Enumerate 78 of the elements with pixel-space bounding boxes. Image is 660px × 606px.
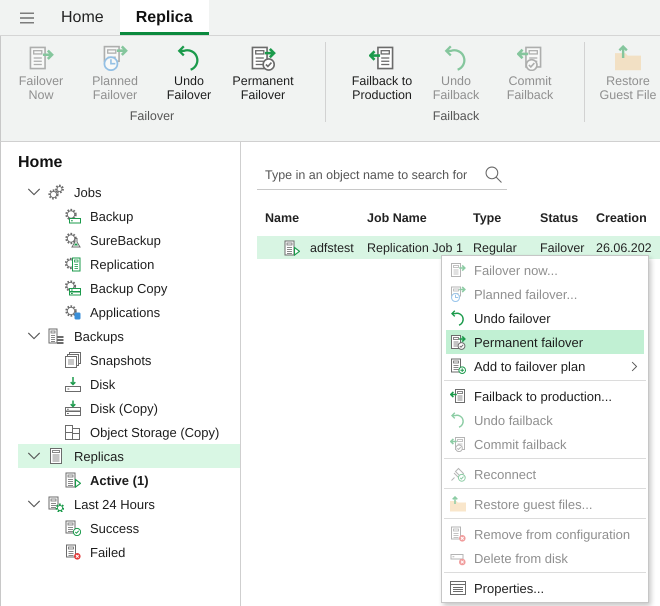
table-cell: Failover — [540, 240, 584, 254]
document-icon — [48, 448, 64, 464]
table-cell: 26.06.202 — [596, 240, 652, 254]
gear-database-icon — [65, 304, 81, 320]
document-arrow-check-icon — [250, 45, 276, 71]
tab[interactable]: Home — [45, 0, 120, 35]
document-clock-icon — [102, 45, 128, 71]
folder-arrow-icon — [615, 45, 641, 71]
document-gear-icon — [48, 496, 64, 512]
column-header[interactable]: Job Name — [367, 211, 427, 225]
tree-item[interactable]: Applications — [18, 300, 240, 324]
document-arrow-icon — [450, 262, 466, 278]
search-icon — [485, 166, 502, 183]
ribbon-button[interactable]: Failback to Production — [348, 45, 416, 102]
tree-item[interactable]: Disk — [18, 372, 240, 396]
arrow-document-icon — [450, 388, 466, 404]
tree-item[interactable]: Backups — [18, 324, 240, 348]
menu-item[interactable]: Properties... — [446, 576, 644, 600]
menu-item[interactable]: Failback to production... — [446, 384, 644, 408]
gear-flask-icon — [65, 232, 81, 248]
arrow-document-icon — [369, 45, 395, 71]
table-row[interactable]: adfstest Replication Job 1 Regular Failover 26.06.202 — [257, 236, 660, 259]
tree-item[interactable]: Backup — [18, 204, 240, 228]
document-x-icon — [450, 526, 466, 542]
document-database-icon — [48, 328, 64, 344]
table-cell: Replication Job 1 — [367, 240, 463, 254]
tree-item[interactable]: Replicas — [18, 444, 240, 468]
tree-item[interactable]: Last 24 Hours — [18, 492, 240, 516]
menu-item[interactable]: Permanent failover — [446, 330, 644, 354]
clipboard-plus-icon — [450, 358, 466, 374]
document-check-icon — [65, 520, 81, 536]
arrow-document-check-icon — [450, 436, 466, 452]
plug-check-icon — [450, 466, 466, 482]
gears-icon — [48, 184, 64, 200]
menu-item[interactable]: Add to failover plan — [446, 354, 644, 378]
document-clock-icon — [450, 286, 466, 302]
arrow-document-check-icon — [517, 45, 543, 71]
tree-item[interactable]: Failed — [18, 540, 240, 564]
group-label: Failback — [432, 109, 480, 123]
ribbon-button[interactable]: Permanent Failover — [229, 45, 297, 102]
tab[interactable]: Replica — [120, 0, 209, 35]
menu-icon[interactable] — [20, 10, 34, 24]
tree-item[interactable]: Snapshots — [18, 348, 240, 372]
column-header[interactable]: Name — [265, 211, 300, 225]
tree-item[interactable]: Active (1) — [18, 468, 240, 492]
undo-icon — [450, 310, 466, 326]
boxes-icon — [65, 424, 81, 440]
stack-icon — [65, 352, 81, 368]
document-play-icon — [65, 472, 81, 488]
column-header[interactable]: Type — [473, 211, 502, 225]
tree-item[interactable]: Success — [18, 516, 240, 540]
menu-item[interactable]: Undo failover — [446, 306, 644, 330]
disk-download-icon — [65, 376, 81, 392]
gear-document-icon — [65, 256, 81, 272]
folder-arrow-icon — [450, 496, 466, 512]
document-arrow-check-icon — [450, 334, 466, 350]
tree-item[interactable]: SureBackup — [18, 228, 240, 252]
gear-drive-icon — [65, 208, 81, 224]
tree-item[interactable]: Jobs — [18, 180, 240, 204]
document-play-icon — [284, 240, 300, 256]
window-icon — [450, 580, 466, 596]
tree-item[interactable]: Replication — [18, 252, 240, 276]
document-x-icon — [65, 544, 81, 560]
document-arrow-icon — [28, 45, 54, 71]
table-cell: Regular — [473, 240, 517, 254]
tree-item[interactable]: Disk (Copy) — [18, 396, 240, 420]
tree-item[interactable]: Backup Copy — [18, 276, 240, 300]
ribbon-button[interactable]: Undo Failover — [155, 45, 223, 102]
column-header[interactable]: Creation — [596, 211, 647, 225]
undo-icon — [450, 412, 466, 428]
sidebar-title: Home — [18, 153, 62, 173]
tree-item[interactable]: Object Storage (Copy) — [18, 420, 240, 444]
column-header[interactable]: Status — [540, 211, 578, 225]
search-field[interactable]: Type in an object name to search for — [265, 160, 481, 189]
disk-copy-download-icon — [65, 400, 81, 416]
gear-drives-icon — [65, 280, 81, 296]
group-label: Failover — [130, 109, 174, 123]
table-cell: adfstest — [310, 240, 354, 254]
